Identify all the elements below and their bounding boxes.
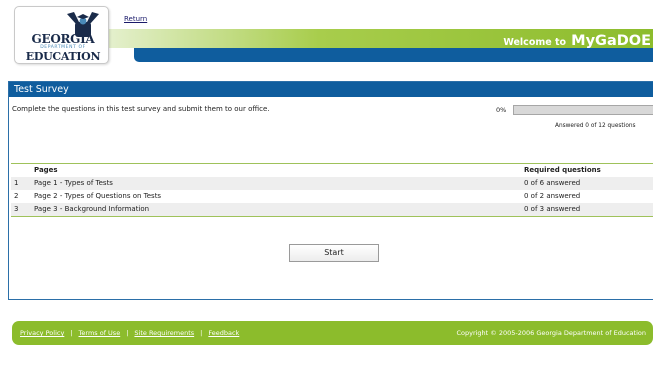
table-header-row: Pages Required questions [11, 164, 653, 177]
row-required-count: 0 of 3 answered [524, 205, 581, 213]
return-link[interactable]: Return [124, 15, 147, 23]
row-page-name: Page 2 - Types of Questions on Tests [34, 192, 162, 200]
row-page-name: Page 3 - Background Information [34, 205, 150, 213]
row-page-name: Page 1 - Types of Tests [34, 179, 113, 187]
footer-separator: | [200, 329, 203, 337]
progress-bar [513, 105, 653, 115]
footer-links: Privacy Policy | Terms of Use | Site Require… [20, 329, 239, 337]
column-header-required: Required questions [524, 166, 601, 174]
gadoe-logo[interactable]: GEORGIA DEPARTMENT OF EDUCATION [14, 6, 109, 64]
start-button[interactable]: Start [289, 244, 379, 262]
footer-separator: | [126, 329, 129, 337]
pages-table: Pages Required questions 1 Page 1 - Type… [11, 163, 653, 217]
column-header-pages: Pages [34, 166, 58, 174]
table-row[interactable]: 3 Page 3 - Background Information 0 of 3… [11, 203, 653, 216]
progress-percent: 0% [496, 106, 507, 114]
footer-bar: Privacy Policy | Terms of Use | Site Require… [12, 321, 653, 345]
row-required-count: 0 of 2 answered [524, 192, 581, 200]
welcome-brand: MyGaDOE [571, 33, 651, 49]
answered-summary: Answered 0 of 12 questions [555, 123, 636, 129]
welcome-banner: Welcome to MyGaDOE [503, 30, 651, 49]
row-required-count: 0 of 6 answered [524, 179, 581, 187]
table-row[interactable]: 2 Page 2 - Types of Questions on Tests 0… [11, 190, 653, 203]
privacy-policy-link[interactable]: Privacy Policy [20, 329, 64, 337]
terms-of-use-link[interactable]: Terms of Use [79, 329, 121, 337]
welcome-prefix: Welcome to [503, 37, 567, 48]
site-requirements-link[interactable]: Site Requirements [134, 329, 194, 337]
row-number: 1 [14, 179, 19, 187]
survey-title: Test Survey [9, 82, 653, 97]
row-number: 2 [14, 192, 19, 200]
feedback-link[interactable]: Feedback [208, 329, 239, 337]
survey-panel: Test Survey Complete the questions in th… [8, 81, 653, 300]
logo-text-georgia: GEORGIA [31, 32, 95, 46]
survey-intro: Complete the questions in this test surv… [12, 105, 270, 113]
row-number: 3 [14, 205, 19, 213]
logo-text-education: EDUCATION [25, 50, 101, 63]
copyright-text: Copyright © 2005-2006 Georgia Department… [456, 329, 646, 337]
header-blue-band [134, 48, 653, 62]
table-row[interactable]: 1 Page 1 - Types of Tests 0 of 6 answere… [11, 177, 653, 190]
footer-separator: | [70, 329, 73, 337]
